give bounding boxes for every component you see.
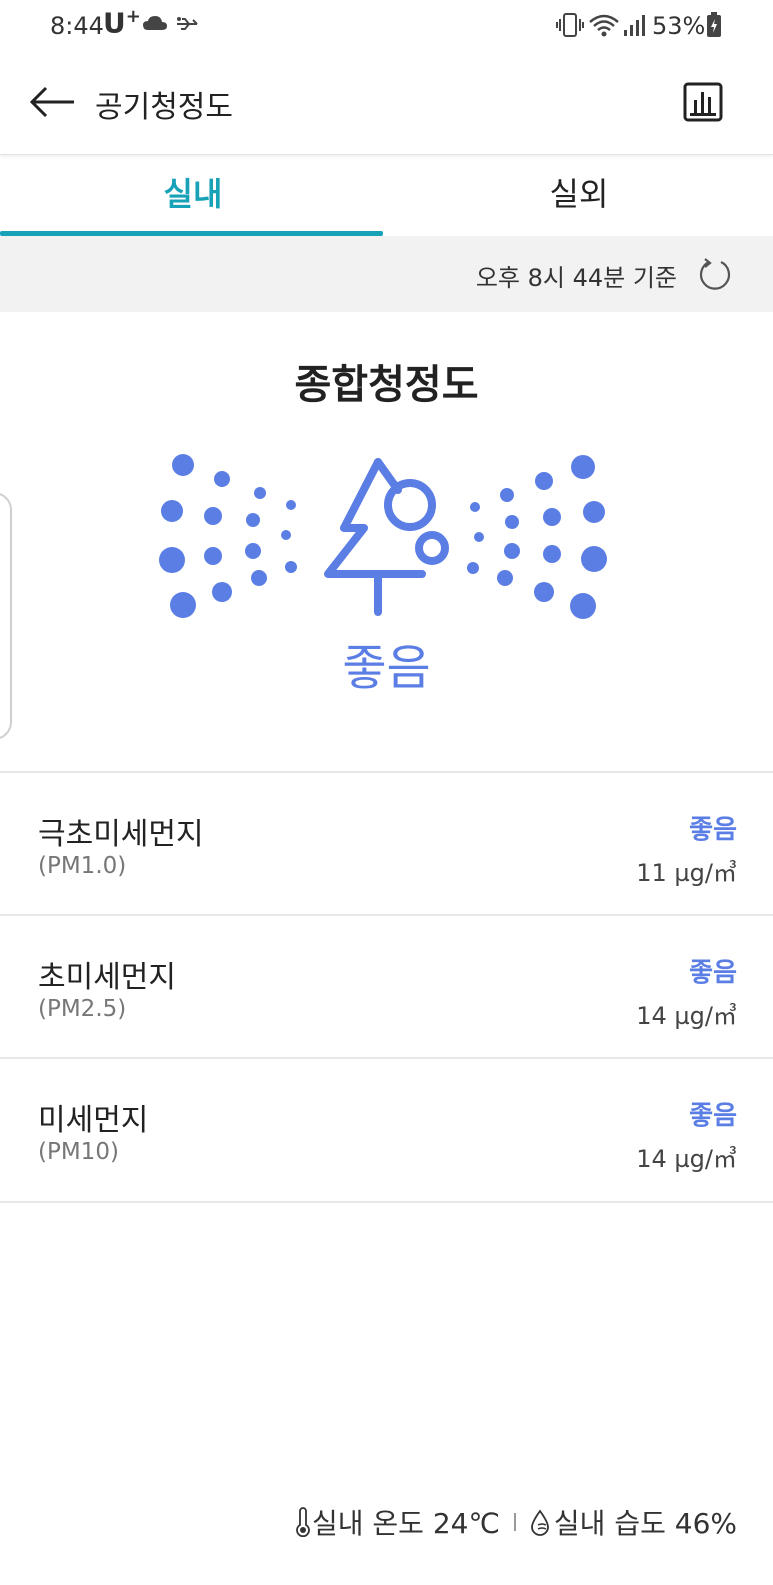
item-code: (PM1.0) (38, 853, 127, 879)
item-code: (PM2.5) (38, 996, 127, 1022)
item-value: 14 µg/㎥ (636, 1145, 737, 1173)
cloud-icon (143, 16, 167, 30)
item-name: 초미세먼지 (38, 960, 176, 995)
tree-particles-icon (159, 454, 607, 619)
tab-bar: 실내 실외 (0, 156, 773, 236)
battery-charging-icon (707, 12, 721, 37)
footer-info: 실내 온도 24℃ 실내 습도 46% (294, 1502, 737, 1542)
overall-title: 종합청정도 (294, 362, 479, 408)
list-item[interactable]: 미세먼지 (PM10) 좋음 14 µg/㎥ (0, 1057, 773, 1201)
thermometer-icon (296, 1507, 310, 1537)
page-title: 공기청정도 (95, 90, 233, 125)
side-handle[interactable] (0, 492, 12, 740)
item-value: 14 µg/㎥ (636, 1002, 737, 1030)
refresh-icon[interactable] (697, 257, 733, 293)
carrier-label: U+ (103, 6, 141, 40)
wifi-icon (589, 14, 619, 37)
timestamp-bar: 오후 8시 44분 기준 (0, 236, 773, 312)
item-name: 미세먼지 (38, 1103, 149, 1138)
arrow-left-icon[interactable] (28, 84, 76, 120)
item-status: 좋음 (689, 1101, 737, 1131)
indoor-humidity: 실내 습도 46% (553, 1507, 737, 1540)
tab-indoor[interactable]: 실내 (0, 156, 386, 236)
item-name: 극초미세먼지 (38, 817, 204, 852)
battery-percent: 53% (652, 12, 706, 40)
app-bar: 공기청정도 (0, 52, 773, 155)
status-time: 8:44 (50, 12, 104, 40)
overall-status: 좋음 (342, 640, 431, 696)
humidity-icon (531, 1509, 549, 1536)
signal-icon (624, 15, 645, 36)
item-value: 11 µg/㎥ (636, 859, 737, 887)
list-item[interactable]: 극초미세먼지 (PM1.0) 좋음 11 µg/㎥ (0, 771, 773, 915)
bar-chart-icon[interactable] (683, 82, 723, 122)
tab-outdoor[interactable]: 실외 (386, 156, 772, 236)
indoor-temperature: 실내 온도 24℃ (312, 1507, 500, 1540)
item-code: (PM10) (38, 1139, 119, 1165)
item-status: 좋음 (689, 958, 737, 988)
vibrate-icon (556, 13, 584, 37)
item-status: 좋음 (689, 815, 737, 845)
list-item[interactable]: 초미세먼지 (PM2.5) 좋음 14 µg/㎥ (0, 914, 773, 1058)
footer-separator (513, 1513, 516, 1531)
list-divider (0, 1201, 773, 1203)
status-bar: 8:44 U+ 53% (0, 0, 773, 52)
usb-icon (177, 17, 198, 30)
timestamp-text: 오후 8시 44분 기준 (475, 264, 677, 292)
